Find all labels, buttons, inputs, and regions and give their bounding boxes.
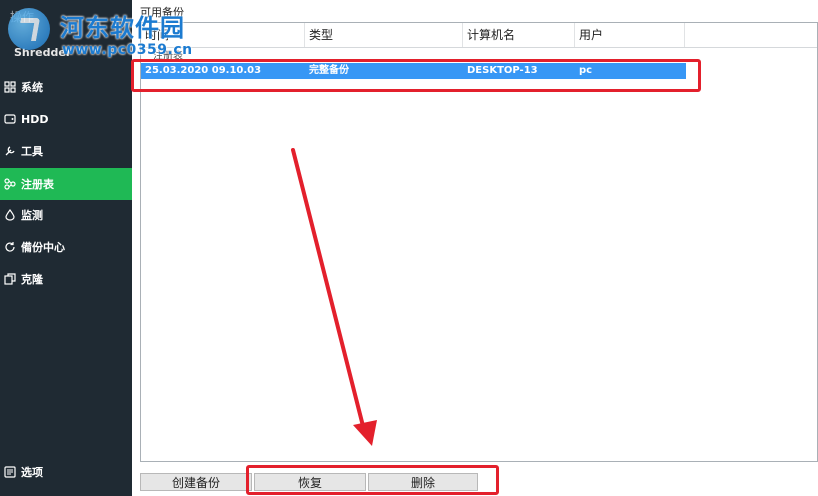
- create-backup-button[interactable]: 创建备份: [140, 473, 252, 491]
- sidebar-item-label: 注册表: [21, 178, 54, 191]
- hdd-icon: [4, 113, 16, 125]
- sidebar-item-label: HDD: [21, 112, 49, 126]
- sidebar-top: 操作 Shredder: [0, 0, 132, 70]
- tools-icon: [4, 145, 16, 157]
- sidebar-item-tools[interactable]: 工具: [0, 135, 132, 167]
- cell-computer: DESKTOP-13: [467, 65, 538, 76]
- restore-button[interactable]: 恢复: [254, 473, 366, 491]
- main-panel: 可用备份 时间 类型 计算机名 用户 注册表 25.03.2020 09.10.…: [132, 0, 818, 496]
- sidebar-top-ghost-label: 操作: [10, 10, 35, 24]
- sidebar-item-options[interactable]: 选项: [0, 456, 132, 488]
- sidebar-item-monitor[interactable]: 监测: [0, 199, 132, 231]
- cell-user: pc: [579, 65, 593, 76]
- column-header-time[interactable]: 时间: [141, 23, 305, 47]
- clone-icon: [4, 273, 16, 285]
- column-header-user[interactable]: 用户: [575, 23, 685, 47]
- backup-table: 时间 类型 计算机名 用户 注册表 25.03.2020 09.10.03 完整…: [140, 22, 818, 462]
- cell-type: 完整备份: [309, 65, 349, 76]
- group-label: 注册表: [153, 51, 183, 62]
- sidebar-item-shredder[interactable]: Shredder: [14, 46, 71, 59]
- sidebar-item-label: 系统: [21, 81, 43, 94]
- column-header-computer[interactable]: 计算机名: [463, 23, 575, 47]
- delete-button[interactable]: 删除: [368, 473, 478, 491]
- column-header-type[interactable]: 类型: [305, 23, 463, 47]
- table-row[interactable]: 25.03.2020 09.10.03 完整备份 DESKTOP-13 pc: [141, 63, 686, 79]
- table-header: 时间 类型 计算机名 用户: [141, 23, 817, 48]
- options-icon: [4, 466, 16, 478]
- sidebar-item-backup-center[interactable]: 備份中心: [0, 231, 132, 263]
- sidebar-item-label: 備份中心: [21, 241, 65, 254]
- sidebar-item-registry[interactable]: 注册表: [0, 168, 132, 200]
- monitor-icon: [4, 209, 16, 221]
- section-title: 可用备份: [140, 6, 184, 19]
- sidebar-item-clone[interactable]: 克隆: [0, 263, 132, 295]
- sidebar-item-label: 工具: [21, 145, 43, 158]
- backup-center-icon: [4, 241, 16, 253]
- sidebar-item-hdd[interactable]: HDD: [0, 103, 132, 135]
- sidebar-item-label: 克隆: [21, 273, 43, 286]
- sidebar-item-label: 选项: [21, 466, 43, 479]
- system-icon: [4, 81, 16, 93]
- sidebar-item-label: 监测: [21, 209, 43, 222]
- sidebar-item-system[interactable]: 系统: [0, 71, 132, 103]
- sidebar: 操作 Shredder 系统 HDD 工具 注册表 监测 備份中心 克隆 选项: [0, 0, 132, 496]
- cell-time: 25.03.2020 09.10.03: [145, 65, 262, 76]
- registry-icon: [4, 178, 16, 190]
